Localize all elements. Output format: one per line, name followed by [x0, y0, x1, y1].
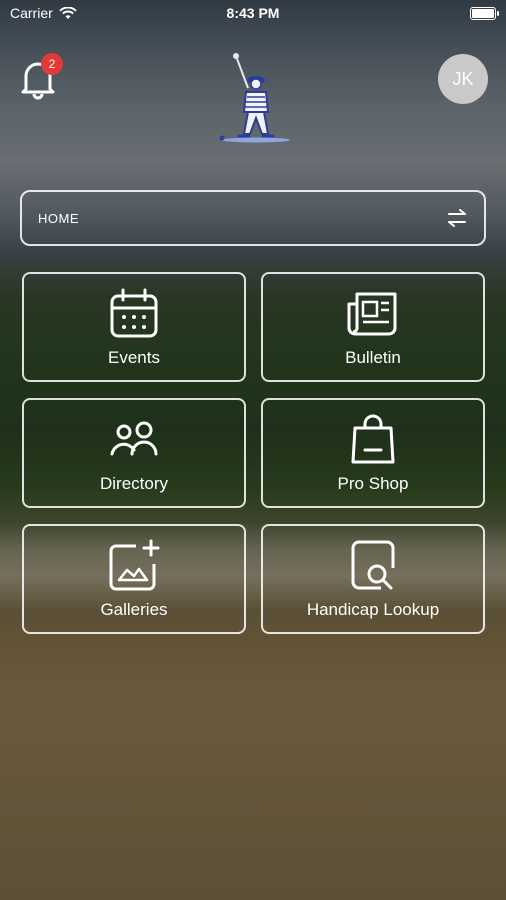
tile-label: Bulletin: [345, 348, 401, 367]
wifi-icon: [59, 6, 77, 19]
carrier-label: Carrier: [10, 5, 53, 21]
tile-label: Pro Shop: [337, 474, 409, 493]
tile-events[interactable]: Events: [22, 272, 246, 382]
gallery-add-icon: [109, 539, 160, 591]
tile-bulletin[interactable]: Bulletin: [261, 272, 485, 382]
notification-badge: 2: [41, 53, 63, 75]
status-bar: Carrier 8:43 PM: [0, 0, 506, 26]
home-selector[interactable]: HOME: [20, 190, 486, 246]
battery-icon: [470, 6, 499, 20]
swap-icon: [448, 209, 466, 227]
home-label: HOME: [38, 210, 79, 226]
tile-pro-shop[interactable]: Pro Shop: [261, 398, 485, 508]
avatar[interactable]: JK: [438, 54, 488, 104]
tile-handicap-lookup[interactable]: Handicap Lookup: [261, 524, 485, 634]
tile-galleries[interactable]: Galleries: [22, 524, 246, 634]
newspaper-icon: [347, 292, 397, 336]
shopping-bag-icon: [351, 414, 395, 464]
document-search-icon: [351, 540, 395, 590]
status-time: 8:43 PM: [226, 5, 280, 21]
tile-label: Handicap Lookup: [306, 600, 440, 619]
tile-label: Events: [108, 348, 160, 367]
club-logo: [219, 53, 290, 143]
tile-label: Directory: [99, 474, 168, 493]
calendar-icon: [110, 288, 158, 338]
tile-label: Galleries: [100, 600, 168, 619]
people-icon: [110, 421, 158, 456]
tile-directory[interactable]: Directory: [22, 398, 246, 508]
